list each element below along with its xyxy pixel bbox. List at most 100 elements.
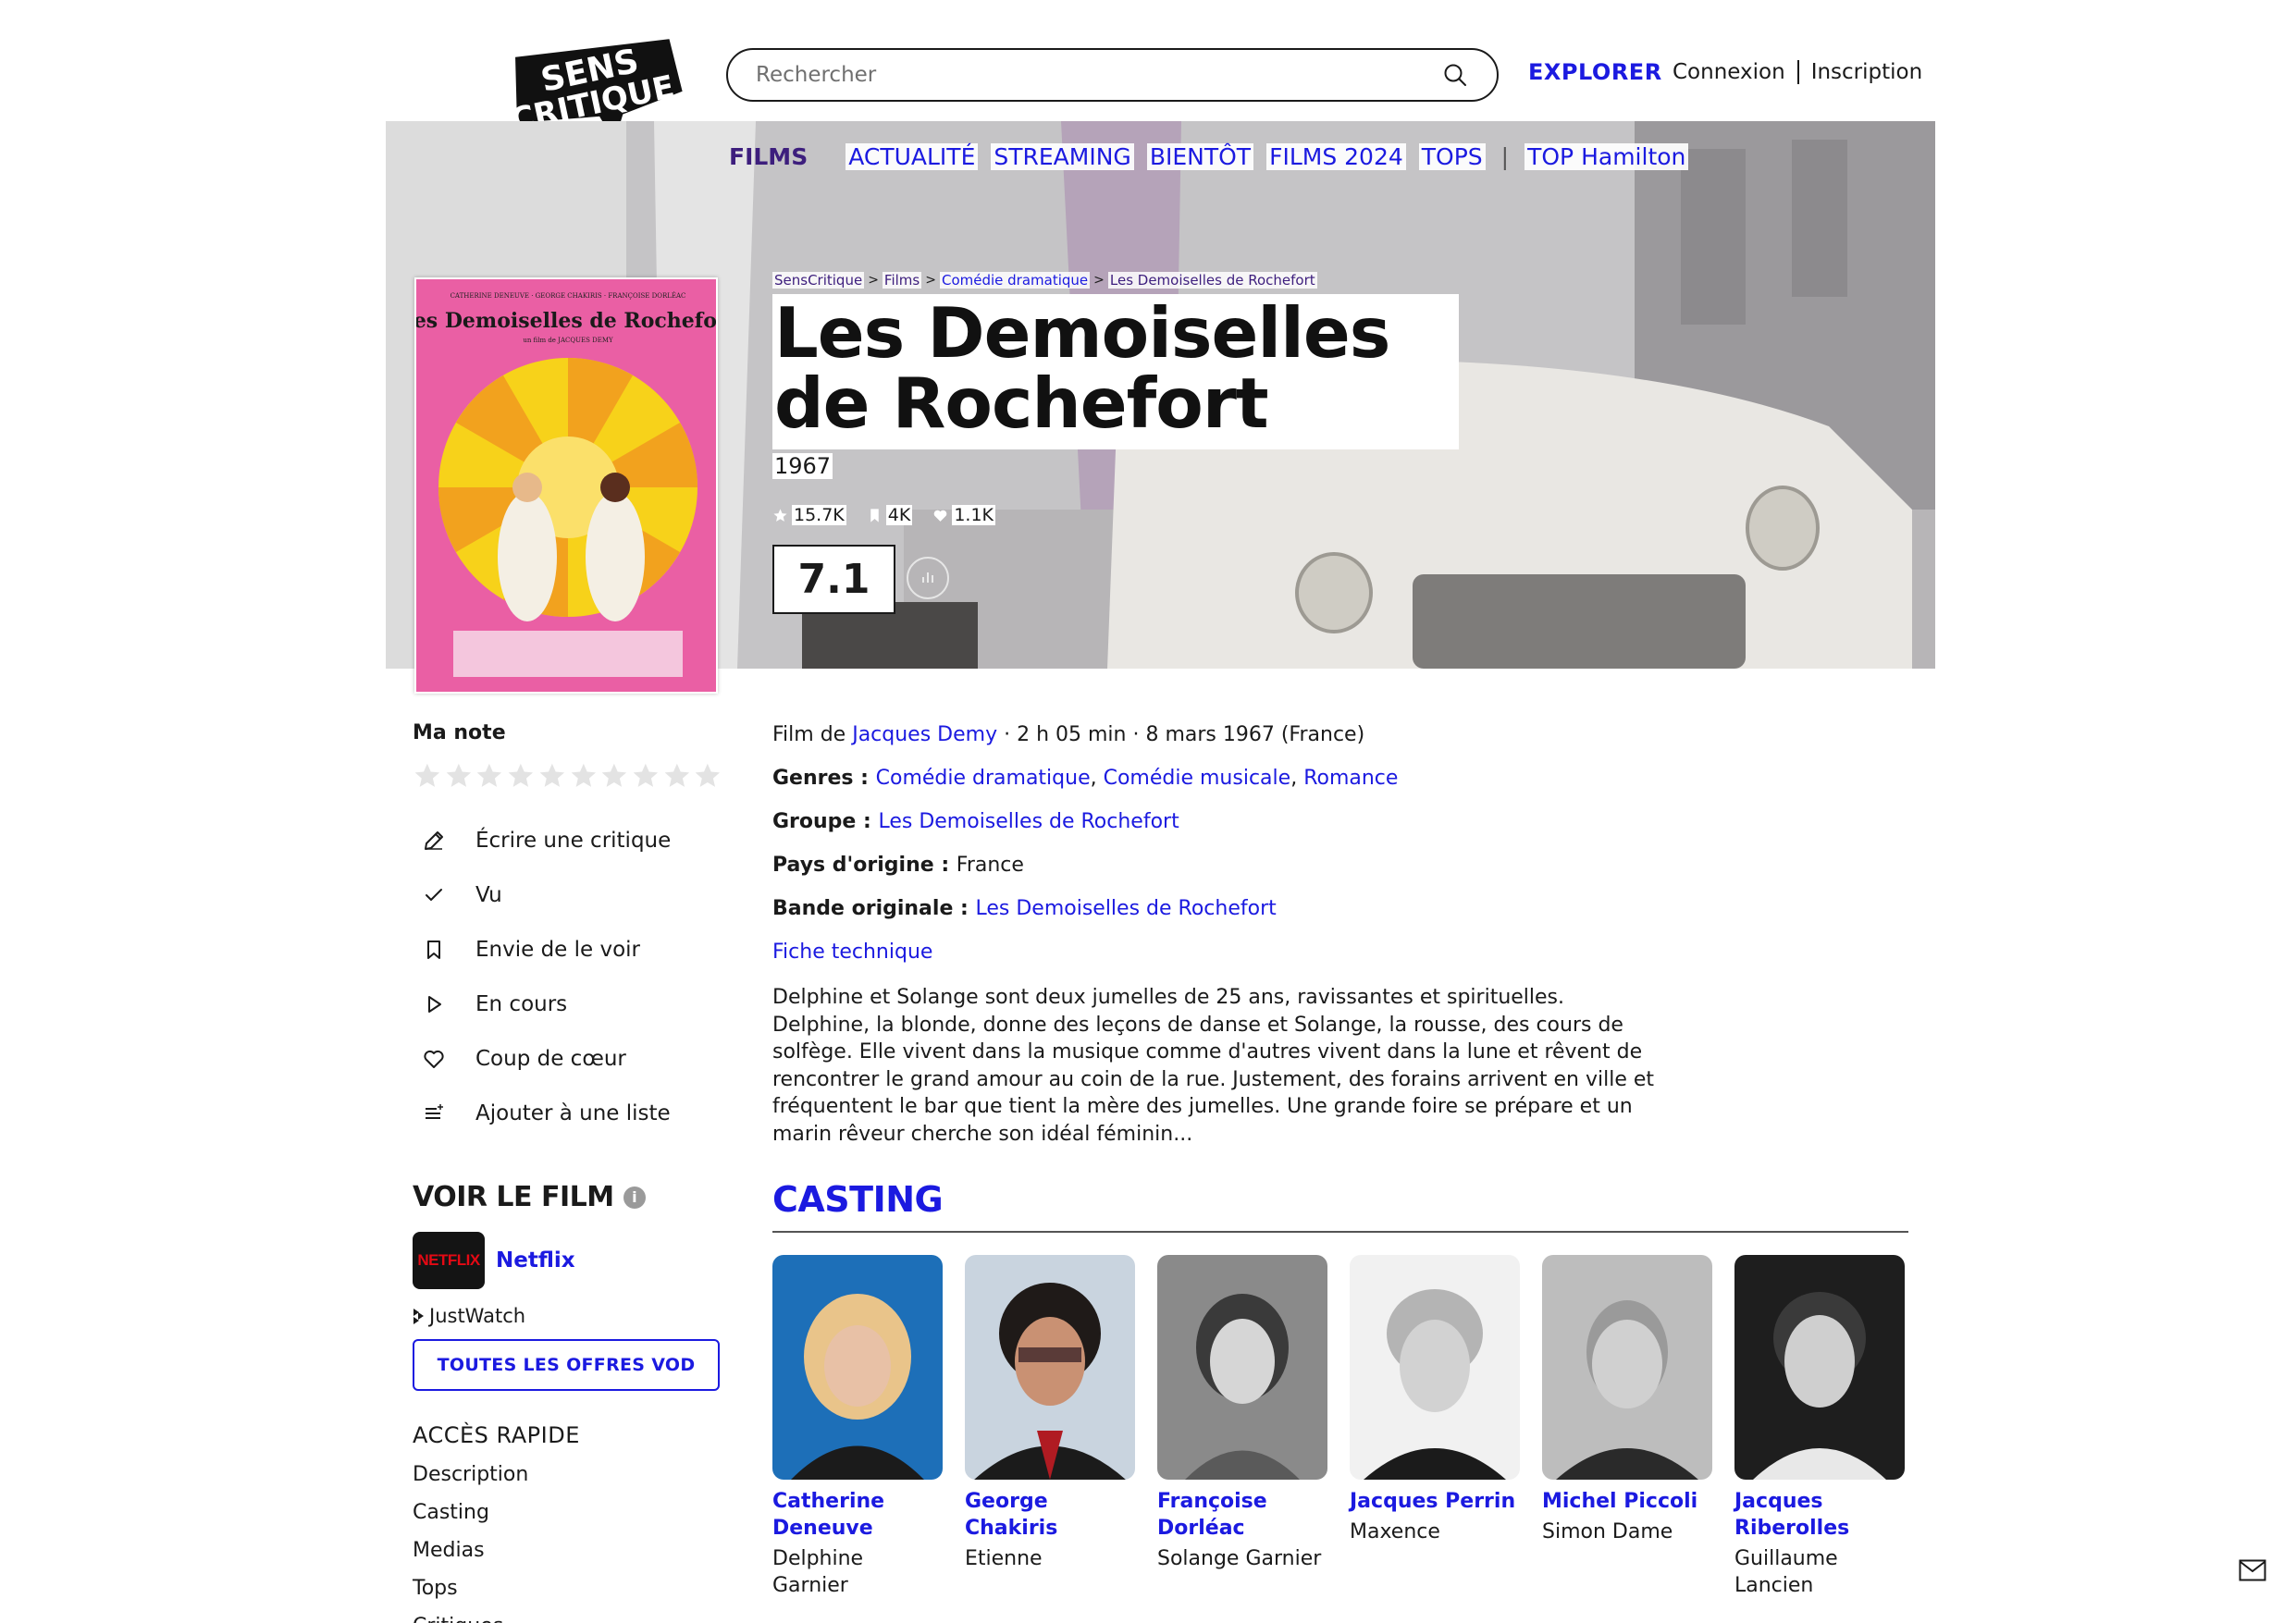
breadcrumb-genre[interactable]: Comédie dramatique [939,272,1091,289]
favorite-label: Coup de cœur [475,1046,626,1071]
favorites-count-stat: 1.1K [932,505,996,525]
average-score: 7.1 [772,545,895,614]
cast-card[interactable]: Michel Piccoli Simon Dame [1542,1255,1712,1599]
quick-link-tops[interactable]: Tops [413,1577,722,1615]
movie-poster[interactable]: CATHERINE DENEUVE · GEORGE CHAKIRIS · FR… [414,277,718,694]
rating-star-2[interactable] [444,761,474,791]
subnav-top-hamilton[interactable]: TOP Hamilton [1524,143,1689,170]
genre-link[interactable]: Comédie musicale [1104,767,1291,790]
auth-links: Connexion Inscription [1673,60,1922,84]
rating-star-10[interactable] [693,761,722,791]
cast-card[interactable]: Catherine Deneuve Delphine Garnier [772,1255,943,1599]
cast-name[interactable]: Catherine Deneuve [772,1488,943,1542]
cast-card[interactable]: Jacques Riberolles Guillaume Lancien [1734,1255,1905,1599]
subnav-bientot[interactable]: BIENTÔT [1146,143,1254,170]
cast-role: Etienne [965,1547,1043,1570]
quick-link-medias[interactable]: Medias [413,1539,722,1577]
breadcrumb-senscritique[interactable]: SensCritique [772,272,865,289]
cast-role: Delphine Garnier [772,1547,864,1597]
write-review-label: Écrire une critique [475,828,672,853]
breadcrumb-current: Les Demoiselles de Rochefort [1107,272,1317,289]
cast-photo[interactable] [1157,1255,1327,1480]
genre-link[interactable]: Comédie dramatique [876,767,1091,790]
cast-name[interactable]: Jacques Riberolles [1734,1488,1905,1542]
search-input[interactable]: Rechercher [726,48,1499,102]
provider-name[interactable]: Netflix [496,1248,575,1273]
ratings-count: 15.7K [792,505,846,525]
seen-action[interactable]: Vu [413,867,722,922]
genres-label: Genres : [772,767,876,790]
cast-name[interactable]: Jacques Perrin [1350,1488,1520,1515]
breadcrumb-separator: > [868,273,879,288]
my-rating-stars[interactable] [413,761,722,791]
heart-icon [934,510,947,522]
cast-photo[interactable] [772,1255,943,1480]
mail-icon[interactable] [2239,1559,2266,1581]
genres-row: Genres : Comédie dramatique, Comédie mus… [772,767,1399,790]
subnav-films[interactable]: FILMS [726,143,810,170]
breadcrumb-films[interactable]: Films [882,272,922,289]
director-link[interactable]: Jacques Demy [852,723,997,746]
rating-star-8[interactable] [631,761,660,791]
left-sidebar: Ma note Écrire une critique Vu Envie de … [413,721,722,1623]
all-vod-offers-button[interactable]: TOUTES LES OFFRES VOD [413,1339,720,1391]
favorites-count: 1.1K [952,505,996,525]
write-review-action[interactable]: Écrire une critique [413,813,722,867]
soundtrack-link[interactable]: Les Demoiselles de Rochefort [975,897,1276,920]
cast-card[interactable]: Françoise Dorléac Solange Garnier [1157,1255,1327,1599]
cast-photo[interactable] [1542,1255,1712,1480]
rating-star-7[interactable] [599,761,629,791]
add-to-list-action[interactable]: Ajouter à une liste [413,1086,722,1140]
my-note-label: Ma note [413,721,506,744]
cast-name[interactable]: Françoise Dorléac [1157,1488,1327,1542]
rating-distribution-button[interactable] [907,557,949,599]
favorite-action[interactable]: Coup de cœur [413,1031,722,1086]
streaming-provider[interactable]: NETFLIX Netflix [413,1232,722,1289]
cast-card[interactable]: George Chakiris Etienne [965,1255,1135,1599]
tech-sheet-row: Fiche technique [772,941,1660,984]
rating-star-9[interactable] [662,761,692,791]
subnav-actualite[interactable]: ACTUALITÉ [846,143,979,170]
info-icon[interactable]: i [623,1186,646,1209]
country-value: France [956,854,1024,877]
justwatch-credit[interactable]: JustWatch [413,1305,722,1327]
quick-link-critiques[interactable]: Critiques [413,1615,722,1623]
search-icon[interactable] [1441,61,1469,89]
rating-star-1[interactable] [413,761,442,791]
wishlist-action[interactable]: Envie de le voir [413,922,722,977]
cast-photo[interactable] [1734,1255,1905,1480]
genre-link[interactable]: Romance [1303,767,1398,790]
cast-photo[interactable] [965,1255,1135,1480]
quick-access-title: ACCÈS RAPIDE [413,1422,580,1448]
cast-role: Guillaume Lancien [1734,1547,1838,1597]
explore-link[interactable]: EXPLORER [1528,59,1662,85]
rating-star-3[interactable] [475,761,504,791]
login-link[interactable]: Connexion [1673,60,1785,84]
cast-role: Solange Garnier [1157,1547,1322,1570]
in-progress-action[interactable]: En cours [413,977,722,1031]
signup-link[interactable]: Inscription [1811,60,1923,84]
rating-star-6[interactable] [569,761,599,791]
cast-name[interactable]: George Chakiris [965,1488,1135,1542]
subnav-streaming[interactable]: STREAMING [991,143,1134,170]
pencil-icon [420,827,448,855]
quick-link-casting[interactable]: Casting [413,1501,722,1539]
cast-card[interactable]: Jacques Perrin Maxence [1350,1255,1520,1599]
in-progress-label: En cours [475,991,568,1016]
cast-name[interactable]: Michel Piccoli [1542,1488,1712,1515]
movie-title-box: Les Demoiselles de Rochefort [772,294,1459,449]
tech-sheet-link[interactable]: Fiche technique [772,941,932,964]
rating-star-4[interactable] [506,761,536,791]
subnav-tops[interactable]: TOPS [1418,143,1486,170]
justwatch-icon [414,1309,424,1324]
bookmark-icon [420,936,448,964]
casting-title: CASTING [772,1179,944,1220]
quick-link-description[interactable]: Description [413,1463,722,1501]
subnav-films-2024[interactable]: FILMS 2024 [1266,143,1406,170]
soundtrack-row: Bande originale : Les Demoiselles de Roc… [772,897,1660,941]
wishlist-count: 4K [885,505,913,525]
group-link[interactable]: Les Demoiselles de Rochefort [878,810,1179,833]
cast-photo[interactable] [1350,1255,1520,1480]
bar-chart-icon [922,572,933,583]
rating-star-5[interactable] [537,761,567,791]
